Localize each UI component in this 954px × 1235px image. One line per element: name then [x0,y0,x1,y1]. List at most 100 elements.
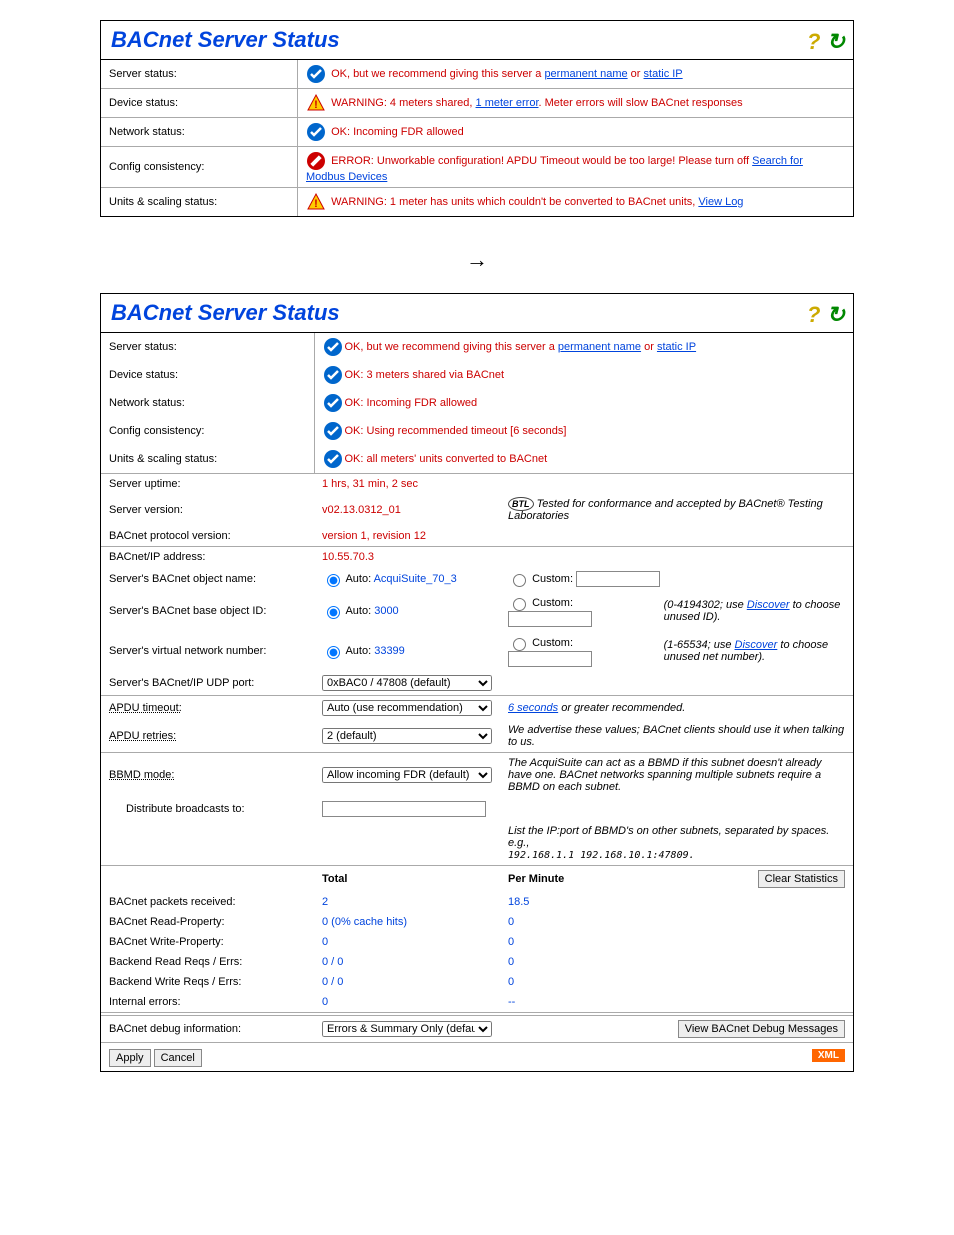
title-text: BACnet Server Status [111,300,340,325]
ok-icon [323,337,343,357]
refresh-icon[interactable]: ↻ [827,29,845,54]
row-value: OK, but we recommend giving this server … [298,60,854,89]
row-label: Server status: [101,60,298,89]
row-label: Distribute broadcasts to: [101,797,314,821]
discover-link[interactable]: Discover [747,599,790,611]
baseid-custom-input[interactable] [508,611,592,627]
stat-total: 2 [314,892,500,912]
stat-label: BACnet Read-Property: [101,912,314,932]
stat-per-minute: 18.5 [500,892,656,912]
objname-custom-radio[interactable] [513,574,526,587]
apdu-timeout-hint: 6 seconds or greater recommended. [500,696,853,721]
ok-icon [323,449,343,469]
vnet-auto-radio[interactable] [327,646,340,659]
row-label: Server version: [101,494,314,526]
discover-link[interactable]: Discover [735,639,778,651]
status-table-full: Server status: OK, but we recommend givi… [101,333,853,1071]
bbmd-mode-select[interactable]: Allow incoming FDR (default) [322,767,492,783]
help-icon[interactable]: ? [807,302,820,327]
view-debug-button[interactable]: View BACnet Debug Messages [678,1020,845,1038]
stat-label: BACnet packets received: [101,892,314,912]
apdu-retries-hint: We advertise these values; BACnet client… [500,720,853,753]
row-label: Config consistency: [101,147,298,188]
warning-icon: ! [306,93,326,113]
help-icon[interactable]: ? [807,29,820,54]
stat-label: Backend Write Reqs / Errs: [101,972,314,992]
objname-custom-input[interactable] [576,571,660,587]
row-label: BBMD mode: [101,753,314,798]
stat-per-minute: -- [500,992,656,1013]
refresh-icon[interactable]: ↻ [827,302,845,327]
row-value: ! WARNING: 4 meters shared, 1 meter erro… [298,89,854,118]
row-label: BACnet debug information: [101,1016,314,1043]
row-label: Config consistency: [101,417,314,445]
row-value: ERROR: Unworkable configuration! APDU Ti… [298,147,854,188]
stat-per-minute: 0 [500,972,656,992]
permanent-name-link[interactable]: permanent name [558,341,641,353]
row-value: OK, but we recommend giving this server … [314,333,853,361]
view-log-link[interactable]: View Log [698,196,743,208]
row-label: Units & scaling status: [101,445,314,474]
stat-label: Backend Read Reqs / Errs: [101,952,314,972]
apdu-retries-select[interactable]: 2 (default) [322,728,492,744]
distribute-hint: List the IP:port of BBMD's on other subn… [500,821,853,866]
error-icon [306,151,326,171]
row-label: Network status: [101,118,298,147]
status-table: Server status: OK, but we recommend givi… [101,60,853,216]
row-label: Server's BACnet/IP UDP port: [101,671,314,696]
vnet-hint: (1-65534; use Discover to choose unused … [656,631,853,671]
col-total: Total [314,866,500,893]
stat-label: BACnet Write-Property: [101,932,314,952]
ok-icon [323,421,343,441]
baseid-auto-radio[interactable] [327,606,340,619]
debug-info-select[interactable]: Errors & Summary Only (default) [322,1021,492,1037]
row-label: Server status: [101,333,314,361]
status-panel-ok: BACnet Server Status ? ↻ Server status: … [100,293,854,1072]
ok-icon [306,122,326,142]
row-label: Server's BACnet object name: [101,567,314,591]
cancel-button[interactable]: Cancel [154,1049,202,1067]
baseid-auto: Auto: 3000 [314,591,500,631]
apdu-timeout-select[interactable]: Auto (use recommendation) [322,700,492,716]
uptime-value: 1 hrs, 31 min, 2 sec [314,474,853,495]
btl-icon: BTL [508,497,534,511]
stat-per-minute: 0 [500,912,656,932]
meter-error-link[interactable]: 1 meter error [476,97,539,109]
stat-total: 0 / 0 [314,972,500,992]
panel-title: BACnet Server Status ? ↻ [101,294,853,333]
udp-port-select[interactable]: 0xBAC0 / 47808 (default) [322,675,492,691]
ok-icon [323,393,343,413]
bbmd-hint: The AcquiSuite can act as a BBMD if this… [500,753,853,798]
stat-total: 0 [314,932,500,952]
distribute-input[interactable] [322,801,486,817]
row-label: Server's BACnet base object ID: [101,591,314,631]
row-value: OK: Incoming FDR allowed [298,118,854,147]
vnet-custom-radio[interactable] [513,638,526,651]
row-value: ! WARNING: 1 meter has units which could… [298,188,854,217]
static-ip-link[interactable]: static IP [644,68,683,80]
static-ip-link[interactable]: static IP [657,341,696,353]
apply-button[interactable]: Apply [109,1049,151,1067]
panel-title: BACnet Server Status ? ↻ [101,21,853,60]
permanent-name-link[interactable]: permanent name [544,68,627,80]
row-value: OK: 3 meters shared via BACnet [314,361,853,389]
stat-total: 0 [314,992,500,1013]
baseid-custom: Custom: [500,591,656,631]
xml-button[interactable]: XML [812,1049,845,1062]
svg-text:!: ! [314,198,318,210]
title-text: BACnet Server Status [111,27,340,52]
status-panel-errors: BACnet Server Status ? ↻ Server status: … [100,20,854,217]
vnet-custom: Custom: [500,631,656,671]
row-label: Server uptime: [101,474,314,495]
vnet-custom-input[interactable] [508,651,592,667]
vnet-auto: Auto: 33399 [314,631,500,671]
baseid-custom-radio[interactable] [513,598,526,611]
ok-icon [323,365,343,385]
row-value: OK: Incoming FDR allowed [314,389,853,417]
row-label: Network status: [101,389,314,417]
row-label: APDU timeout: [101,696,314,721]
row-label: Server's virtual network number: [101,631,314,671]
objname-auto-radio[interactable] [327,574,340,587]
clear-statistics-button[interactable]: Clear Statistics [758,870,845,888]
stat-total: 0 (0% cache hits) [314,912,500,932]
